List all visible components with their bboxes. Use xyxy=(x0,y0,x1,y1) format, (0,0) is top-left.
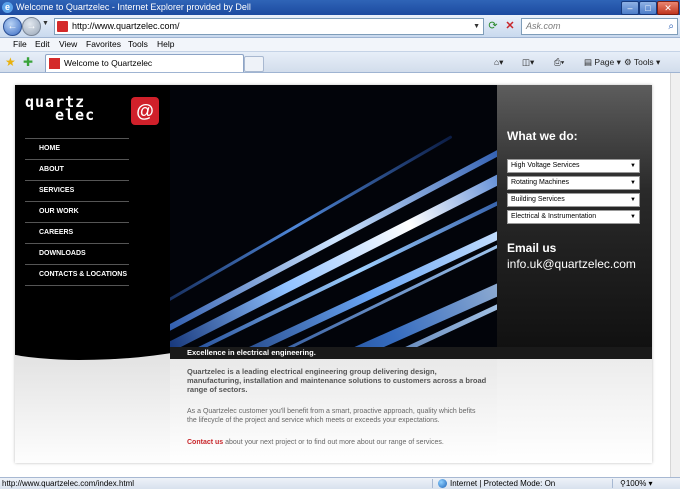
right-panel: What we do: High Voltage Services ▼ Rota… xyxy=(497,85,652,347)
chevron-down-icon: ▼ xyxy=(630,180,636,186)
home-icon[interactable]: ⌂▾ xyxy=(494,55,503,69)
navigation-bar: ← → ▼ http://www.quartzelec.com/ ▼ ⟳ ✕ A… xyxy=(0,15,680,38)
page-icon: ▤ xyxy=(584,57,593,67)
tagline: Excellence in electrical engineering. xyxy=(187,348,316,357)
minimize-button[interactable]: – xyxy=(621,1,639,15)
close-button[interactable]: ✕ xyxy=(657,1,679,15)
status-bar: http://www.quartzelec.com/index.html Int… xyxy=(0,477,680,489)
search-placeholder: Ask.com xyxy=(526,21,561,31)
nav-item-careers[interactable]: CAREERS xyxy=(25,222,129,243)
zoom-level[interactable]: ⚲100% ▾ xyxy=(620,478,653,489)
status-url: http://www.quartzelec.com/index.html xyxy=(2,479,135,488)
nav-item-downloads[interactable]: DOWNLOADS xyxy=(25,243,129,264)
chevron-down-icon: ▼ xyxy=(630,214,636,220)
service-select-rotating-machines[interactable]: Rotating Machines ▼ xyxy=(507,176,640,190)
window-title: Welcome to Quartzelec - Internet Explore… xyxy=(16,2,251,12)
nav-item-contacts[interactable]: CONTACTS & LOCATIONS xyxy=(25,264,129,286)
refresh-icon[interactable]: ⟳ xyxy=(486,19,500,33)
zoom-value: 100% xyxy=(625,479,647,488)
hero-light-streak-image xyxy=(170,85,497,347)
back-button[interactable]: ← xyxy=(3,17,22,36)
nav-item-services[interactable]: SERVICES xyxy=(25,180,129,201)
status-divider xyxy=(432,479,433,488)
recent-pages-dropdown-icon[interactable]: ▼ xyxy=(42,20,49,27)
service-option-label: Electrical & Instrumentation xyxy=(511,213,597,220)
nav-item-about[interactable]: ABOUT xyxy=(25,159,129,180)
contact-us-link[interactable]: Contact us xyxy=(187,439,223,446)
service-option-label: Rotating Machines xyxy=(511,179,569,186)
forward-button[interactable]: → xyxy=(22,17,41,36)
address-dropdown-icon[interactable]: ▼ xyxy=(473,20,480,33)
security-zone[interactable]: Internet | Protected Mode: On xyxy=(450,478,555,489)
tab-favicon-icon xyxy=(49,58,60,69)
menu-edit[interactable]: Edit xyxy=(35,38,50,51)
new-tab-button[interactable] xyxy=(244,56,264,72)
address-url[interactable]: http://www.quartzelec.com/ xyxy=(72,20,180,33)
email-link[interactable]: info.uk@quartzelec.com xyxy=(507,257,636,271)
service-option-label: High Voltage Services xyxy=(511,162,580,169)
logo-word-2: elec xyxy=(55,106,96,124)
ie-logo-icon: e xyxy=(2,2,13,13)
nav-item-our-work[interactable]: OUR WORK xyxy=(25,201,129,222)
tagline-band: Excellence in electrical engineering. xyxy=(170,347,652,359)
logo-mark-icon: @ xyxy=(131,97,159,125)
tab-bar: ★ ✚ Welcome to Quartzelec ⌂▾ ◫▾ ⎙▾ ▤ Pag… xyxy=(0,52,680,73)
feeds-icon[interactable]: ◫▾ xyxy=(522,55,534,69)
site-page: quartz elec @ HOME ABOUT SERVICES OUR WO… xyxy=(15,85,652,463)
site-favicon-icon xyxy=(57,21,68,32)
tab-title: Welcome to Quartzelec xyxy=(64,58,153,68)
stop-icon[interactable]: ✕ xyxy=(503,19,517,33)
quartzelec-logo[interactable]: quartz elec @ xyxy=(25,95,165,127)
vertical-scrollbar[interactable] xyxy=(670,73,680,477)
what-we-do-heading: What we do: xyxy=(507,129,578,143)
service-option-label: Building Services xyxy=(511,196,565,203)
window-titlebar: e Welcome to Quartzelec - Internet Explo… xyxy=(0,0,680,15)
add-favorites-icon[interactable]: ✚ xyxy=(23,55,33,69)
tools-gear-icon: ⚙ xyxy=(624,57,632,67)
tools-menu-label: Tools xyxy=(633,57,654,67)
tab-quartzelec[interactable]: Welcome to Quartzelec xyxy=(45,54,244,72)
email-us-heading: Email us xyxy=(507,241,557,255)
tools-menu[interactable]: ⚙ Tools ▾ xyxy=(624,55,660,69)
internet-zone-globe-icon xyxy=(438,479,447,488)
contact-paragraph: Contact us about your next project or to… xyxy=(187,438,507,447)
menu-help[interactable]: Help xyxy=(157,38,174,51)
benefits-paragraph: As a Quartzelec customer you'll benefit … xyxy=(187,408,476,424)
menu-favorites[interactable]: Favorites xyxy=(86,38,121,51)
page-menu[interactable]: ▤ Page ▾ xyxy=(584,55,621,69)
menu-tools[interactable]: Tools xyxy=(128,38,148,51)
contact-paragraph-text: about your next project or to find out m… xyxy=(223,439,444,446)
print-icon[interactable]: ⎙▾ xyxy=(554,55,564,69)
site-nav: HOME ABOUT SERVICES OUR WORK CAREERS DOW… xyxy=(25,138,129,286)
search-input[interactable]: Ask.com ⌕ xyxy=(521,18,678,35)
status-divider xyxy=(612,479,613,488)
intro-paragraph: Quartzelec is a leading electrical engin… xyxy=(187,367,487,394)
page-menu-label: Page xyxy=(594,57,615,67)
bottom-right-panel xyxy=(497,359,652,463)
menu-view[interactable]: View xyxy=(59,38,77,51)
menu-file[interactable]: File xyxy=(13,38,27,51)
maximize-button[interactable]: □ xyxy=(639,1,657,15)
menu-bar: File Edit View Favorites Tools Help xyxy=(0,38,680,52)
address-bar[interactable]: http://www.quartzelec.com/ ▼ xyxy=(54,18,484,35)
favorites-star-icon[interactable]: ★ xyxy=(5,55,16,69)
nav-item-home[interactable]: HOME xyxy=(25,138,129,159)
search-icon[interactable]: ⌕ xyxy=(668,19,674,34)
service-select-building-services[interactable]: Building Services ▼ xyxy=(507,193,640,207)
chevron-down-icon: ▼ xyxy=(630,163,636,169)
service-select-electrical-instrumentation[interactable]: Electrical & Instrumentation ▼ xyxy=(507,210,640,224)
service-select-high-voltage[interactable]: High Voltage Services ▼ xyxy=(507,159,640,173)
chevron-down-icon: ▼ xyxy=(630,197,636,203)
